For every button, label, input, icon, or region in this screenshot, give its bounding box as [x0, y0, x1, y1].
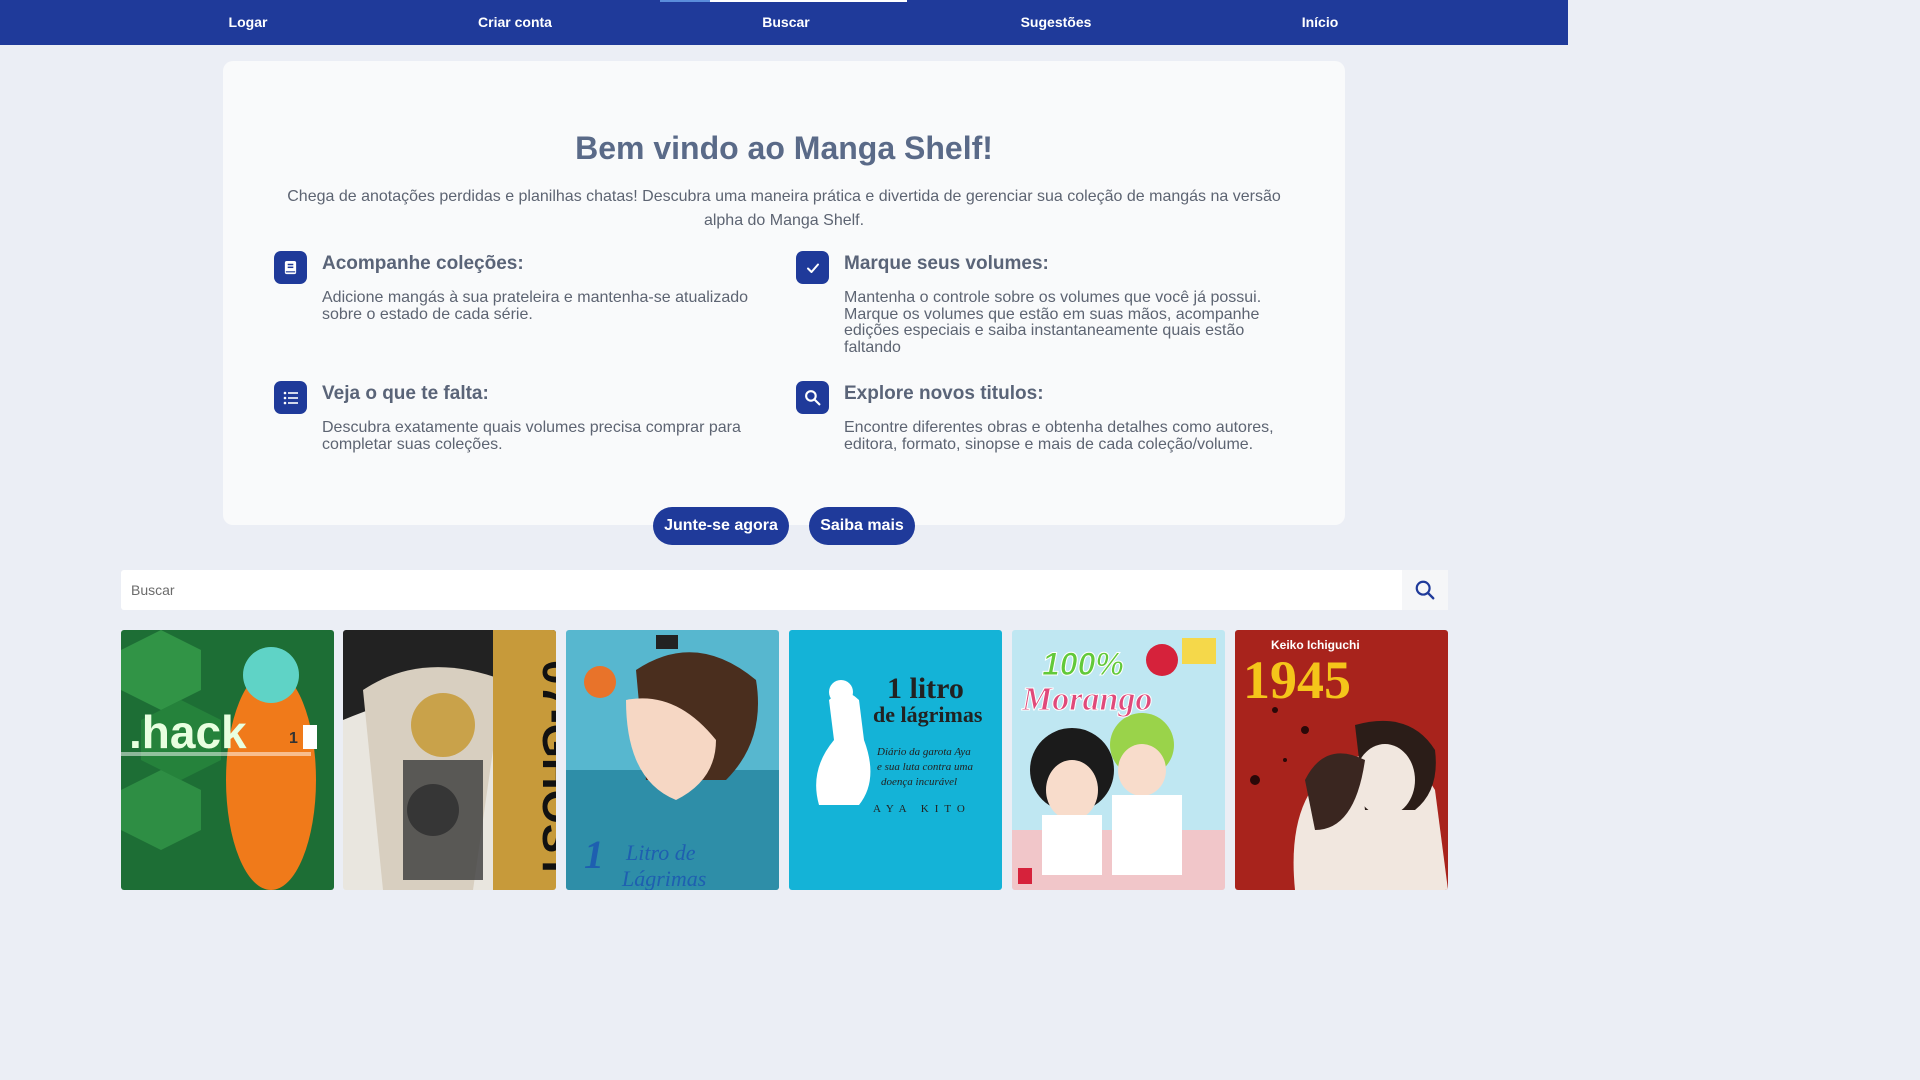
- learn-more-button[interactable]: Saiba mais: [809, 507, 915, 545]
- svg-text:Lágrimas: Lágrimas: [621, 866, 706, 890]
- search-bar: [121, 570, 1448, 610]
- svg-text:e sua luta contra uma: e sua luta contra uma: [877, 761, 973, 773]
- nav-home[interactable]: Início: [1290, 0, 1350, 45]
- svg-text:.hack: .hack: [129, 706, 247, 758]
- manga-cover-07-ghost[interactable]: 07-GHOST: [343, 630, 556, 890]
- feature-text: Adicione mangás à sua prateleira e mante…: [322, 289, 749, 323]
- welcome-description: Chega de anotações perdidas e planilhas …: [287, 188, 1281, 229]
- search-icon: [1415, 580, 1435, 600]
- feature-title: Marque seus volumes:: [844, 253, 1049, 274]
- 1-litro-book-cover-art: 1 litro de lágrimas Diário da garota Aya…: [789, 630, 1002, 890]
- feature-text: Descubra exatamente quais volumes precis…: [322, 419, 741, 453]
- list-icon: [274, 381, 307, 414]
- check-icon: [796, 251, 829, 284]
- manga-cover-1-litro-book[interactable]: 1 litro de lágrimas Diário da garota Aya…: [789, 630, 1002, 890]
- svg-text:Litro de: Litro de: [625, 840, 696, 865]
- 07-ghost-cover-art: 07-GHOST: [343, 630, 556, 890]
- svg-text:de lágrimas: de lágrimas: [873, 702, 983, 727]
- svg-text:doença incurável: doença incurável: [881, 776, 957, 788]
- hack-cover-art: 1 .hack: [121, 630, 334, 890]
- svg-text:Diário da garota Aya: Diário da garota Aya: [876, 746, 971, 758]
- join-now-button[interactable]: Junte-se agora: [653, 507, 789, 545]
- svg-text:1945: 1945: [1243, 650, 1351, 710]
- svg-text:Morango: Morango: [1021, 681, 1152, 718]
- feature-text: Encontre diferentes obras e obtenha deta…: [844, 419, 1274, 453]
- book-icon: [274, 251, 307, 284]
- 100-morango-cover-art: 100% Morango: [1012, 630, 1225, 890]
- svg-text:1 litro: 1 litro: [887, 672, 964, 705]
- manga-cover-100-morango[interactable]: 100% Morango: [1012, 630, 1225, 890]
- feature-title: Acompanhe coleções:: [322, 253, 524, 274]
- svg-text:100%: 100%: [1042, 646, 1124, 682]
- svg-text:AYA KITO: AYA KITO: [873, 803, 971, 815]
- svg-text:1: 1: [584, 832, 604, 877]
- nav-login[interactable]: Logar: [208, 0, 288, 45]
- 1-litro-newpop-cover-art: 1 Litro de Lágrimas: [566, 630, 779, 890]
- search-icon: [796, 381, 829, 414]
- nav-create-account[interactable]: Criar conta: [465, 0, 565, 45]
- feature-text: Mantenha o controle sobre os volumes que…: [844, 289, 1262, 356]
- feature-title: Explore novos titulos:: [844, 383, 1044, 404]
- manga-cover-1945[interactable]: Keiko Ichiguchi 1945: [1235, 630, 1448, 890]
- search-input[interactable]: [121, 570, 1401, 610]
- manga-cover-1-litro-newpop[interactable]: 1 Litro de Lágrimas: [566, 630, 779, 890]
- manga-cover-hack[interactable]: 1 .hack: [121, 630, 334, 890]
- feature-title: Veja o que te falta:: [322, 383, 489, 404]
- svg-text:07-GHOST: 07-GHOST: [533, 660, 556, 880]
- welcome-title: Bem vindo ao Manga Shelf!: [575, 130, 993, 166]
- active-tab-indicator-accent: [660, 0, 710, 2]
- 1945-cover-art: Keiko Ichiguchi 1945: [1235, 630, 1448, 890]
- nav-suggestions[interactable]: Sugestões: [1011, 0, 1101, 45]
- svg-text:1: 1: [289, 730, 298, 747]
- search-button[interactable]: [1402, 570, 1448, 610]
- top-navbar: Logar Criar conta Buscar Sugestões Iníci…: [0, 0, 1568, 45]
- nav-search[interactable]: Buscar: [746, 0, 826, 45]
